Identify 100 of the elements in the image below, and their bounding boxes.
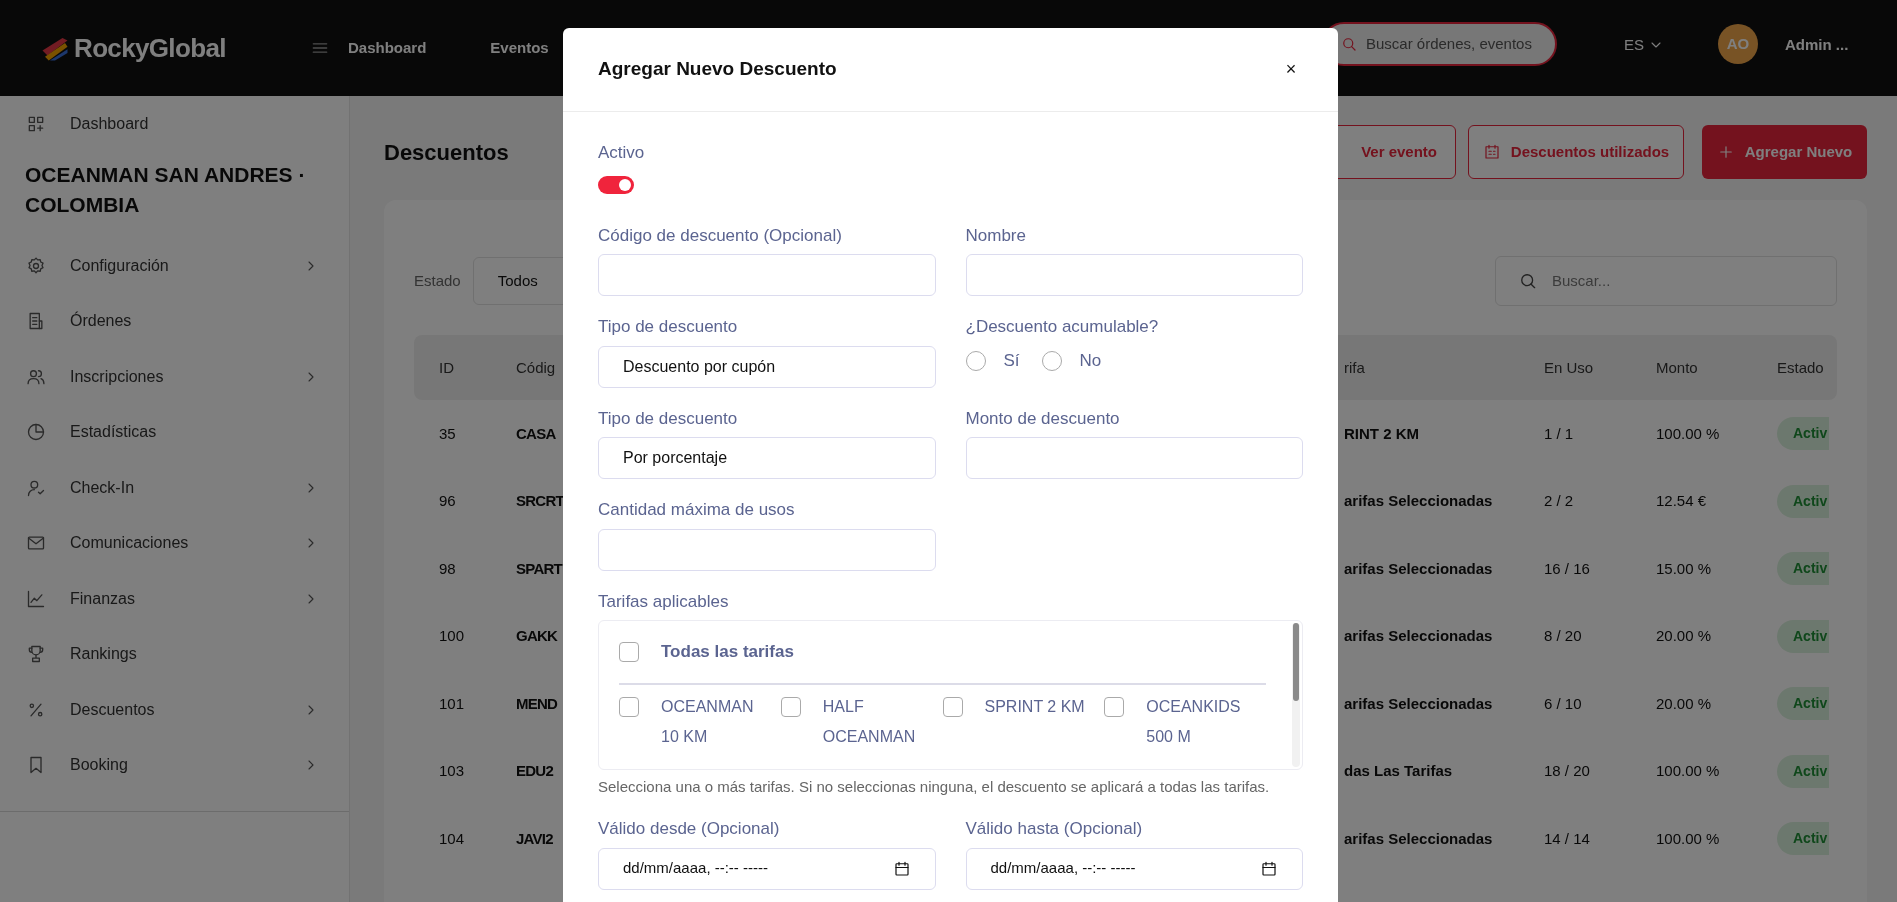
table-cell: 20.00 %: [1656, 694, 1712, 712]
checkbox[interactable]: [619, 697, 639, 717]
table-cell: GAKK: [516, 627, 558, 645]
sidebar-item[interactable]: Descuentos: [0, 682, 349, 738]
table-cell: 14 / 14: [1544, 829, 1590, 847]
calendar-list-icon: [1482, 143, 1501, 161]
column-header: En Uso: [1544, 358, 1594, 376]
checkbox-label[interactable]: HALF OCEANMAN: [822, 692, 933, 752]
grid-icon: [26, 114, 46, 134]
field-label: Código de descuento (Opcional): [598, 224, 843, 247]
add-new-button[interactable]: Agregar Nuevo: [1702, 125, 1867, 179]
field-label: Nombre: [965, 224, 1027, 247]
status-badge: Activ: [1777, 484, 1830, 518]
language-selector[interactable]: ES: [1624, 34, 1664, 57]
table-cell: arifas Seleccionadas: [1344, 694, 1493, 712]
text-input[interactable]: [598, 528, 936, 571]
text-input[interactable]: [598, 254, 936, 296]
sidebar-item[interactable]: Órdenes: [0, 293, 349, 349]
outline-button[interactable]: Descuentos utilizados: [1468, 125, 1684, 179]
close-button[interactable]: ×: [1279, 57, 1303, 82]
table-cell: MEND: [516, 694, 558, 712]
sidebar-item[interactable]: Booking: [0, 737, 349, 793]
status-badge: Activ: [1777, 417, 1830, 451]
table-cell: das Las Tarifas: [1344, 762, 1453, 780]
table-cell: 8 / 20: [1544, 627, 1582, 645]
select-field[interactable]: Descuento por cupón: [598, 345, 936, 388]
column-header: ID: [439, 358, 454, 376]
table-cell: arifas Seleccionadas: [1344, 829, 1493, 847]
sidebar-item[interactable]: Dashboard: [0, 96, 349, 152]
table-cell: 16 / 16: [1544, 559, 1590, 577]
event-title: OCEANMAN SAN ANDRES · COLOMBIA: [24, 162, 307, 218]
checkbox-label[interactable]: SPRINT 2 KM: [984, 692, 1095, 722]
search-field[interactable]: Buscar...: [1495, 256, 1837, 306]
table-cell: SRCRT: [516, 492, 564, 510]
pie-chart-icon: [26, 422, 46, 443]
text-input[interactable]: [965, 254, 1303, 296]
select-field[interactable]: Por porcentaje: [598, 437, 936, 479]
table-cell: EDU2: [516, 762, 553, 780]
table-cell: 35: [439, 424, 456, 442]
table-cell: 98: [439, 559, 456, 577]
date-input[interactable]: dd/mm/aaaa, --:-- -----: [965, 847, 1303, 890]
sidebar-item[interactable]: Estadísticas: [0, 404, 349, 460]
field-label: Tarifas aplicables: [598, 590, 730, 613]
table-cell: JAVI2: [516, 829, 553, 847]
checkbox-label[interactable]: OCEANMAN 10 KM: [661, 692, 771, 752]
nav-link[interactable]: Dashboard: [348, 36, 427, 60]
sidebar-item[interactable]: Comunicaciones: [0, 515, 349, 571]
field-label: Tipo de descuento: [598, 316, 739, 338]
sidebar-item[interactable]: Configuración: [0, 238, 349, 294]
trophy-icon: [26, 644, 46, 665]
search-placeholder: Buscar órdenes, eventos: [1366, 33, 1532, 54]
date-input[interactable]: dd/mm/aaaa, --:-- -----: [598, 847, 936, 890]
checkbox[interactable]: [942, 697, 963, 717]
field-label: Cantidad máxima de usos: [598, 499, 796, 521]
sidebar-item[interactable]: Finanzas: [0, 571, 349, 627]
table-cell: 12.54 €: [1656, 492, 1707, 510]
column-header: Estado: [1777, 358, 1824, 376]
table-cell: CASA: [516, 424, 556, 442]
field-label: Válido desde (Opcional): [598, 818, 781, 840]
radio-option[interactable]: No: [1041, 347, 1102, 374]
field-label: Activo: [598, 142, 646, 164]
status-badge: Activ: [1777, 754, 1830, 788]
toggle-switch[interactable]: [598, 175, 634, 194]
modal-title: Agregar Nuevo Descuento: [598, 57, 838, 82]
calendar-icon: [892, 859, 911, 878]
status-badge: Activ: [1777, 552, 1830, 586]
radio-option[interactable]: Sí: [965, 347, 1020, 374]
table-cell: arifas Seleccionadas: [1344, 559, 1493, 577]
table-cell: 6 / 10: [1544, 694, 1582, 712]
checkbox-label[interactable]: OCEANKIDS 500 M: [1146, 692, 1257, 752]
date-placeholder: dd/mm/aaaa, --:-- -----: [623, 858, 769, 879]
sidebar-item[interactable]: Rankings: [0, 626, 349, 682]
table-cell: 18 / 20: [1544, 762, 1590, 780]
column-header: Códig: [516, 358, 556, 376]
page-title: Descuentos: [384, 138, 509, 167]
scrollbar[interactable]: [1292, 623, 1300, 767]
checkbox-label[interactable]: Todas las tarifas: [661, 639, 794, 665]
table-cell: arifas Seleccionadas: [1344, 627, 1493, 645]
table-cell: RINT 2 KM: [1344, 424, 1419, 442]
table-cell: 100.00 %: [1656, 829, 1720, 847]
text-input[interactable]: [965, 437, 1303, 479]
field-label: Monto de descuento: [965, 407, 1121, 430]
checkbox[interactable]: [1104, 697, 1125, 717]
table-cell: 103: [439, 762, 465, 780]
table-cell: 1 / 1: [1544, 424, 1574, 442]
checkbox[interactable]: [619, 642, 639, 662]
sidebar-item[interactable]: Inscripciones: [0, 349, 349, 405]
sidebar-item[interactable]: Check-In: [0, 460, 349, 516]
checkbox[interactable]: [780, 697, 801, 717]
user-name[interactable]: Admin ...: [1785, 34, 1849, 57]
table-cell: SPART: [516, 559, 562, 577]
nav-link[interactable]: Eventos: [490, 36, 549, 60]
table-cell: 104: [439, 829, 465, 847]
status-badge: Activ: [1777, 619, 1830, 653]
status-badge: Activ: [1777, 822, 1830, 856]
line-chart-icon: [26, 588, 46, 609]
table-cell: 100.00 %: [1656, 762, 1720, 780]
table-cell: 100: [439, 627, 465, 645]
date-placeholder: dd/mm/aaaa, --:-- -----: [990, 858, 1137, 879]
table-cell: arifas Seleccionadas: [1344, 492, 1493, 510]
